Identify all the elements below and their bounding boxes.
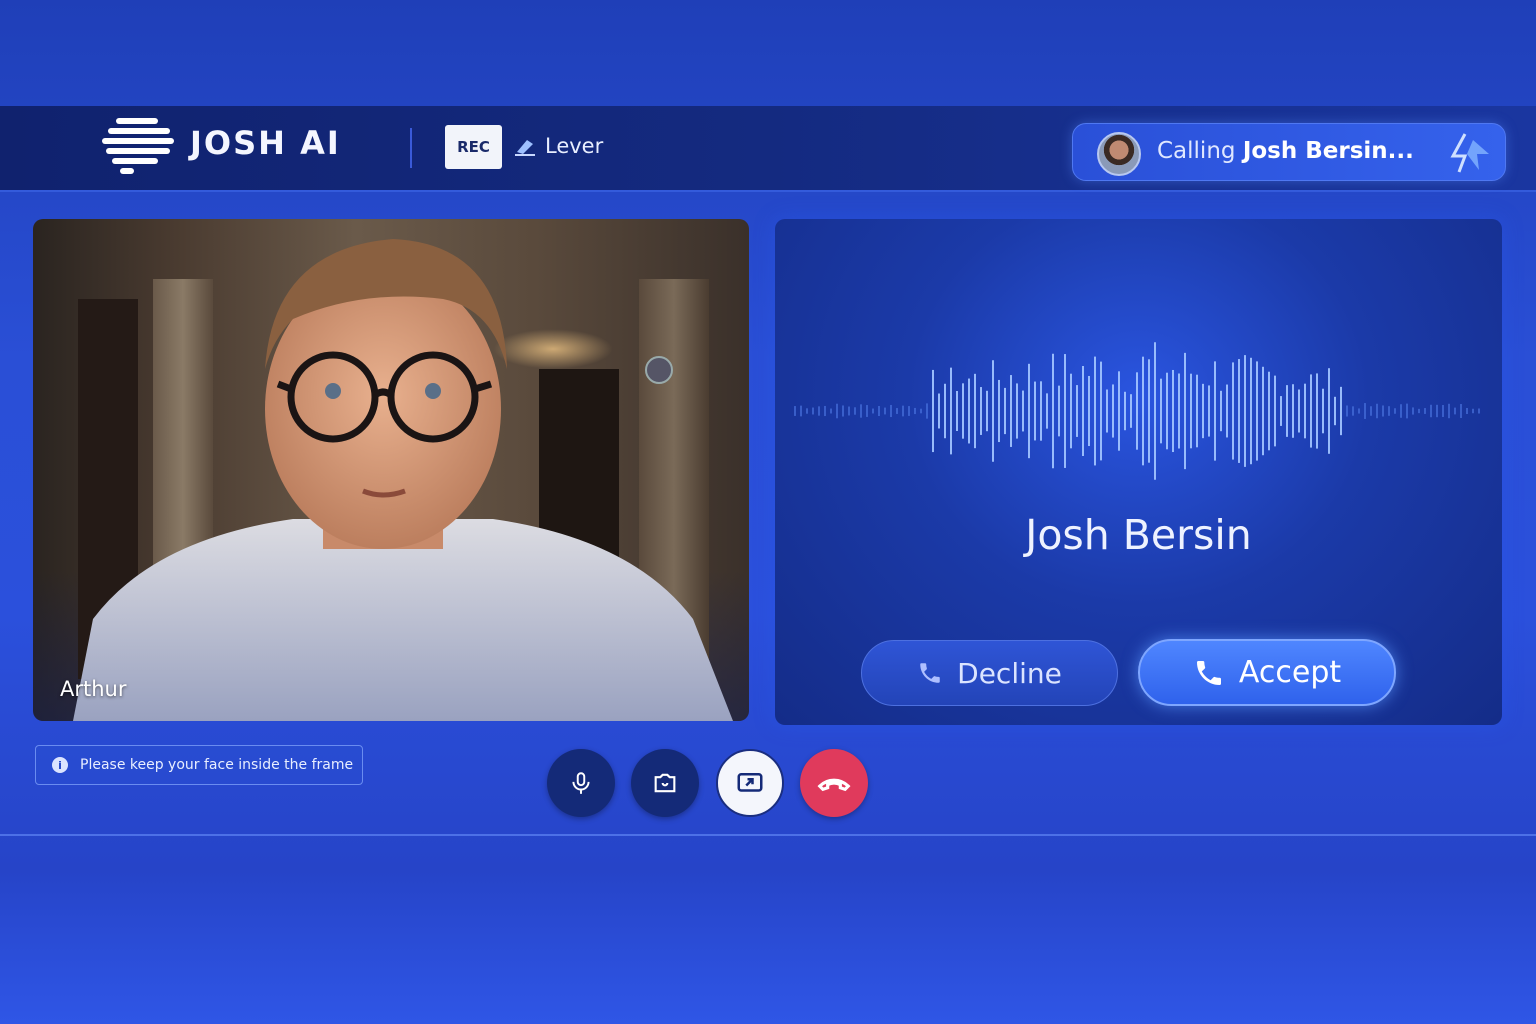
participant-figure: [73, 239, 733, 721]
bolt-icon: [1450, 133, 1489, 173]
microphone-icon: [572, 772, 590, 794]
camera-switch-icon: [654, 773, 676, 793]
hang-up-icon: [817, 778, 851, 792]
rec-badge[interactable]: REC: [445, 125, 502, 169]
josh-ai-logo-icon: [102, 118, 174, 174]
header-divider: [410, 128, 412, 168]
phone-icon: [920, 663, 940, 683]
bottom-divider: [0, 834, 1536, 836]
hint-text: Please keep your face inside the frame: [80, 757, 354, 773]
microphone-button[interactable]: [547, 749, 615, 817]
incoming-call-panel: Josh Bersin Decline Accept: [775, 219, 1502, 725]
accept-label: Accept: [1238, 655, 1342, 690]
integration-label[interactable]: Lever: [545, 134, 603, 158]
decline-button[interactable]: Decline: [861, 640, 1118, 706]
participant-name: Arthur: [60, 677, 127, 701]
decline-label: Decline: [957, 656, 1062, 690]
caller-avatar: [1097, 132, 1141, 176]
face-frame-hint: i Please keep your face inside the frame: [35, 745, 363, 785]
share-screen-button[interactable]: [716, 749, 784, 817]
caller-name: Josh Bersin: [1025, 511, 1252, 559]
share-screen-icon: [737, 773, 763, 792]
info-icon: i: [52, 757, 68, 773]
camera-button[interactable]: [631, 749, 699, 817]
brand-name: JOSH AI: [190, 124, 341, 162]
lever-icon: [515, 140, 535, 156]
phone-icon: [1196, 660, 1221, 685]
hang-up-button[interactable]: [800, 749, 868, 817]
calling-status-text: Calling Josh Bersin...: [1157, 138, 1414, 164]
voice-waveform: [794, 342, 1480, 480]
calling-status-pill[interactable]: Calling Josh Bersin...: [1072, 123, 1506, 181]
accept-button[interactable]: Accept: [1138, 639, 1396, 706]
self-video-feed: Arthur: [33, 219, 749, 721]
